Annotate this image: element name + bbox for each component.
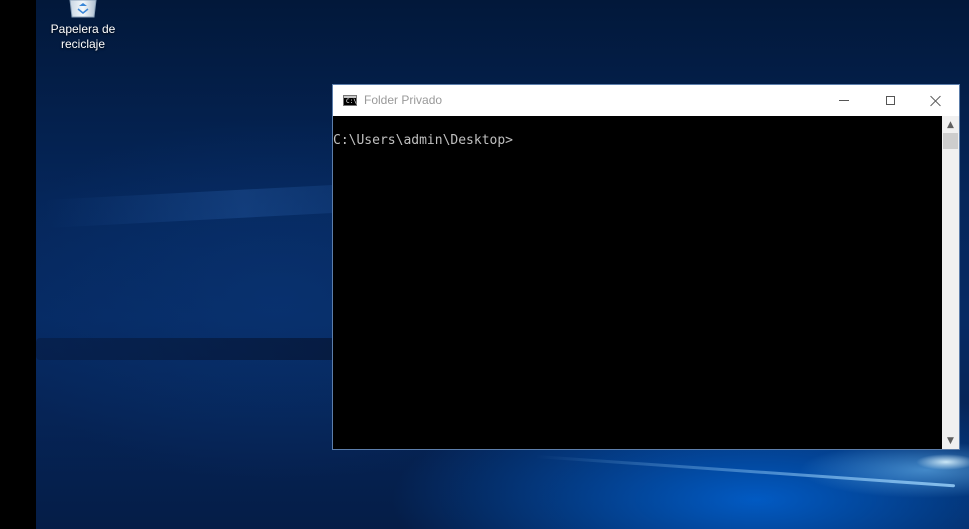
screen-left-border [0,0,36,529]
recycle-bin-icon [66,0,100,18]
maximize-button[interactable] [867,85,913,116]
wallpaper-light-beam [45,182,377,228]
scroll-thumb[interactable] [943,133,958,149]
scroll-up-button[interactable]: ▲ [942,116,959,133]
close-button[interactable] [913,85,959,116]
wallpaper-shadow-band [36,338,336,360]
wallpaper-light-streak [535,455,956,488]
maximize-icon [885,96,895,105]
scroll-down-icon: ▼ [947,435,954,446]
screen: Papelera de reciclaje C:\ Folder Privado… [0,0,969,529]
console-window[interactable]: C:\ Folder Privado C:\Users\admin\Deskto… [332,84,960,450]
window-title: Folder Privado [364,93,443,107]
console-icon[interactable]: C:\ [343,95,357,106]
recycle-bin-label: Papelera de reciclaje [50,22,116,51]
scroll-up-icon: ▲ [947,119,954,130]
close-icon [930,95,942,107]
command-prompt: C:\Users\admin\Desktop> [333,133,514,148]
title-bar[interactable]: C:\ Folder Privado [333,85,959,116]
vertical-scrollbar[interactable]: ▲ ▼ [942,116,959,449]
recycle-bin-shortcut[interactable]: Papelera de reciclaje [46,0,120,52]
minimize-icon [839,100,849,101]
console-text-area[interactable]: C:\Users\admin\Desktop> [333,116,942,449]
console-icon-text: C:\ [346,98,357,105]
wallpaper-light-glow [916,454,969,470]
minimize-button[interactable] [821,85,867,116]
scroll-down-button[interactable]: ▼ [942,432,959,449]
